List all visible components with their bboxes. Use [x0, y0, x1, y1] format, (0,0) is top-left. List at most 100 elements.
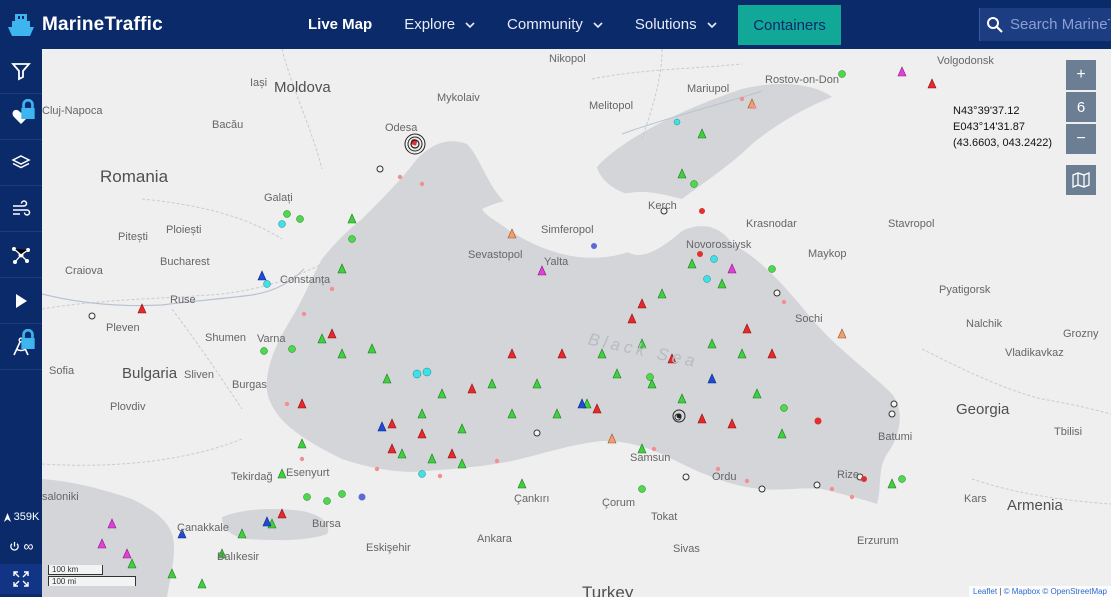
city-label: saloniki	[42, 491, 79, 503]
city-label: Grozny	[1063, 328, 1099, 340]
map-scale: 100 km 100 mi	[48, 565, 136, 586]
zoom-out-button[interactable]: −	[1066, 124, 1096, 154]
city-label: Rize	[837, 469, 860, 481]
city-label: Vladikavkaz	[1005, 347, 1064, 359]
map-type-button[interactable]	[1066, 165, 1096, 195]
city-label: Iași	[250, 77, 268, 89]
vessel-count: 359K	[0, 511, 42, 523]
routes-button[interactable]	[0, 233, 42, 278]
search-box[interactable]	[979, 8, 1111, 41]
city-label: Krasnodar	[746, 218, 797, 230]
containers-button[interactable]: Containers	[738, 5, 841, 45]
live-map[interactable]: Black Sea Moldova Romania Bulgaria Georg…	[42, 49, 1111, 597]
city-label: Pleven	[106, 322, 140, 334]
target-icon	[404, 133, 426, 155]
city-label: Galați	[264, 192, 293, 204]
brand-logo[interactable]: MarineTraffic	[0, 0, 170, 49]
chevron-down-icon	[593, 21, 603, 28]
country-label-bulgaria: Bulgaria	[122, 365, 178, 382]
city-label: Simferopol	[541, 224, 594, 236]
city-label: Çanakkale	[177, 522, 229, 534]
chevron-down-icon	[707, 21, 717, 28]
coord-lat: N43°39'37.12	[953, 105, 1020, 117]
city-label: Melitopol	[589, 100, 634, 112]
layers-icon	[11, 155, 31, 169]
search-input[interactable]	[1010, 16, 1110, 33]
city-label: Ruse	[170, 294, 196, 306]
city-label: Shumen	[205, 332, 246, 344]
city-label: Cluj-Napoca	[42, 105, 103, 117]
coord-decimal: (43.6603, 043.2422)	[953, 137, 1053, 149]
nav-community[interactable]: Community	[507, 16, 603, 33]
city-label: Pyatigorsk	[939, 284, 991, 296]
map-attribution: Leaflet | © Mapbox © OpenStreetMap	[969, 586, 1111, 597]
city-label: Plovdiv	[110, 401, 146, 413]
scale-mi: 100 mi	[48, 576, 136, 586]
cursor-coordinates: N43°39'37.12 E043°14'31.87 (43.6603, 043…	[953, 103, 1052, 151]
city-label: Novorossiysk	[686, 239, 752, 251]
city-label: Yalta	[544, 256, 569, 268]
nav-solutions[interactable]: Solutions	[635, 16, 717, 33]
top-navigation-bar: MarineTraffic Live Map Explore Community…	[0, 0, 1111, 49]
filter-button[interactable]	[0, 49, 42, 94]
app-root: MarineTraffic Live Map Explore Community…	[0, 0, 1111, 597]
brand-name: MarineTraffic	[42, 13, 163, 35]
leaflet-link[interactable]: Leaflet	[973, 587, 997, 596]
country-label-georgia: Georgia	[956, 401, 1010, 418]
network-icon	[12, 247, 30, 264]
measure-button[interactable]	[0, 325, 42, 370]
nav-community-label: Community	[507, 16, 583, 33]
lock-icon	[21, 329, 35, 349]
nav-live-map[interactable]: Live Map	[308, 16, 372, 33]
city-label: Eskişehir	[366, 542, 411, 554]
zoom-in-button[interactable]: +	[1066, 60, 1096, 90]
city-label: Erzurum	[857, 535, 899, 547]
city-label: Kars	[964, 493, 987, 505]
expand-icon	[13, 571, 29, 587]
weather-button[interactable]	[0, 187, 42, 232]
city-label: Ankara	[477, 533, 512, 545]
nav-explore[interactable]: Explore	[404, 16, 475, 33]
city-label: Mariupol	[687, 83, 730, 95]
left-toolbar: 359K ∞	[0, 49, 42, 597]
city-label: Bursa	[312, 518, 341, 530]
city-label: Volgodonsk	[937, 55, 994, 67]
layers-button[interactable]	[0, 141, 42, 186]
filter-icon	[11, 63, 31, 81]
my-fleets-button[interactable]	[0, 95, 42, 140]
nav-explore-label: Explore	[404, 16, 456, 33]
main-nav: Live Map Explore Community Solutions	[300, 0, 717, 49]
refresh-speed-value: ∞	[23, 538, 34, 554]
city-label: Stavropol	[888, 218, 935, 230]
city-label: Sevastopol	[468, 249, 523, 261]
playback-button[interactable]	[0, 279, 42, 324]
city-label: Pitești	[118, 231, 148, 243]
country-label-turkey: Turkey	[582, 583, 634, 597]
refresh-speed-toggle[interactable]: ∞	[0, 535, 42, 557]
city-label: Nalchik	[966, 318, 1003, 330]
city-label: Tekirdağ	[231, 471, 273, 483]
power-icon	[9, 541, 19, 551]
wind-icon	[13, 200, 31, 216]
city-label: Kerch	[648, 200, 677, 212]
search-icon	[987, 16, 1003, 33]
map-icon	[1072, 172, 1090, 188]
city-label: Çorum	[602, 497, 636, 509]
map-basemap	[42, 49, 1111, 597]
city-label: Sliven	[184, 369, 214, 381]
fullscreen-button[interactable]	[0, 564, 42, 594]
nav-solutions-label: Solutions	[634, 16, 697, 33]
city-label: Bucharest	[160, 256, 210, 268]
city-label: Esenyurt	[286, 467, 330, 479]
mapbox-link[interactable]: © Mapbox	[1004, 587, 1041, 596]
city-label: Batumi	[878, 431, 913, 443]
osm-link[interactable]: © OpenStreetMap	[1042, 587, 1107, 596]
city-label: Ploiești	[166, 224, 202, 236]
coord-lon: E043°14'31.87	[953, 121, 1025, 133]
city-label: Ordu	[712, 471, 737, 483]
chevron-down-icon	[465, 21, 475, 28]
ship-logo-icon	[8, 13, 34, 36]
vessel-count-value: 359K	[13, 511, 40, 523]
city-label: Maykop	[808, 248, 847, 260]
city-label: Çankırı	[514, 493, 550, 505]
